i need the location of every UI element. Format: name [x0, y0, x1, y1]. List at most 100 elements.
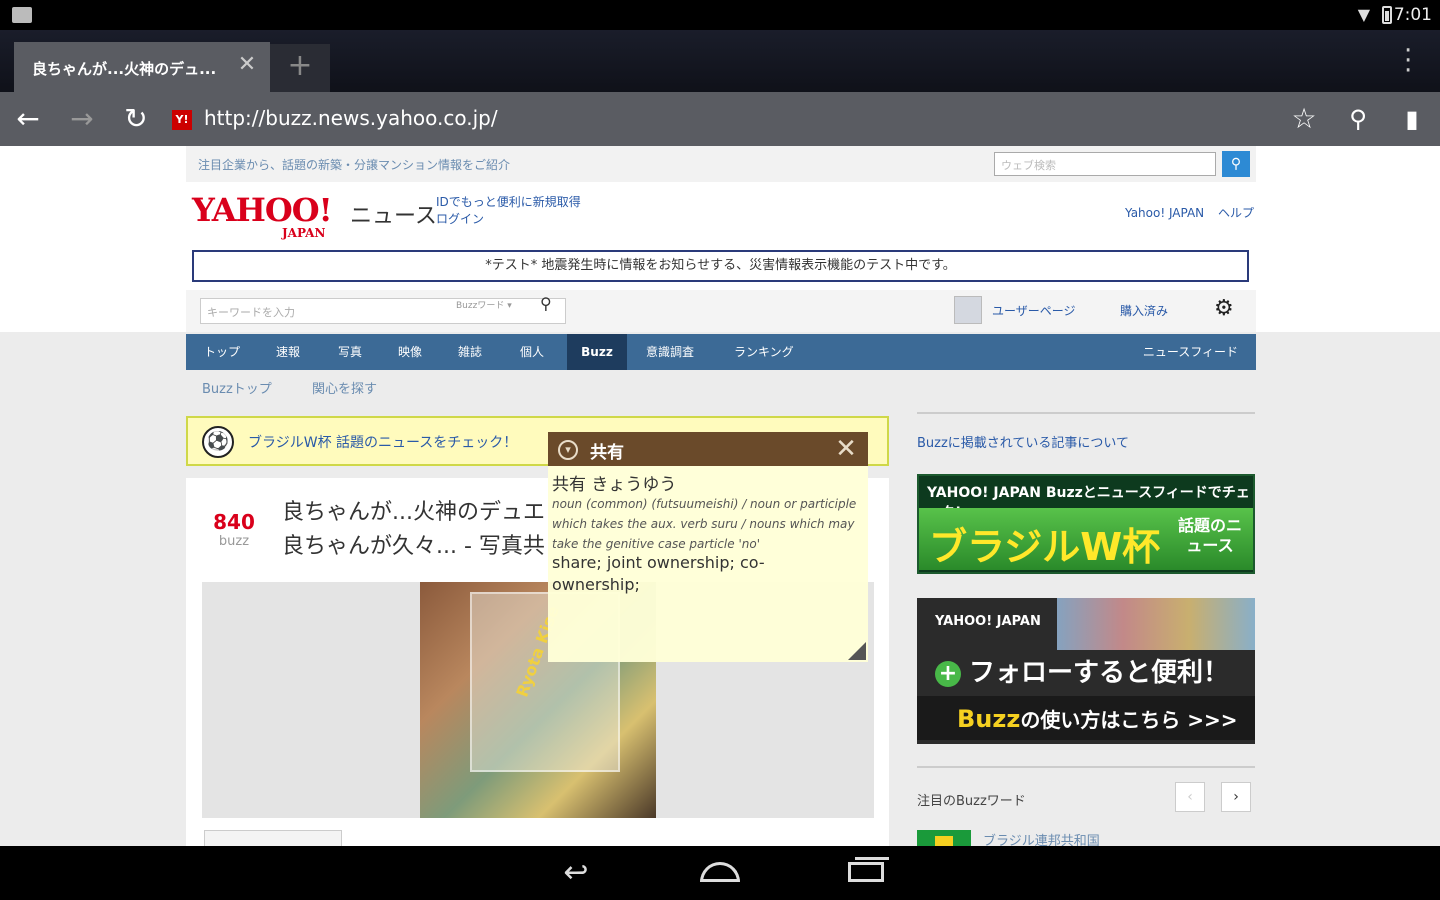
avatar[interactable]	[954, 296, 982, 324]
promo-bar: 注目企業から、話題の新築・分譲マンション情報をご紹介 ウェブ検索 ⚲	[186, 146, 1256, 182]
banner1-main: ブラジルW杯 話題のニュース	[919, 508, 1253, 570]
tab-strip: 良ちゃんが...火神のデュ... ✕ + · · ·	[0, 30, 1440, 92]
buzz-count-unit: buzz	[218, 534, 250, 549]
close-tab-icon[interactable]: ✕	[234, 52, 260, 78]
test-notice-banner: *テスト* 地震発生時に情報をお知らせする、災害情報表示機能のテスト中です。	[192, 250, 1249, 282]
nav-item-flash[interactable]: 速報	[264, 334, 312, 370]
nav-item-photo[interactable]: 写真	[326, 334, 374, 370]
nav-item-survey[interactable]: 意識調査	[634, 334, 706, 370]
id-register-link[interactable]: IDでもっと便利に新規取得	[436, 194, 581, 211]
dictionary-popup[interactable]: ▾ 共有 ✕ 共有 きょうゆう noun (common) (futsuumei…	[548, 432, 868, 662]
system-nav-bar: ↩	[0, 846, 1440, 900]
home-icon[interactable]	[700, 862, 740, 882]
recent-apps-icon[interactable]	[848, 857, 889, 882]
reload-icon[interactable]: ↻	[116, 100, 156, 140]
subnav-find-interests[interactable]: 関心を探す	[312, 378, 377, 397]
nav-item-top[interactable]: トップ	[192, 334, 252, 370]
prev-page-button[interactable]: ‹	[1175, 782, 1205, 812]
status-bar: ▼ 7:01	[0, 0, 1440, 30]
star-icon[interactable]: ☆	[1284, 100, 1324, 140]
nav-item-ranking[interactable]: ランキング	[722, 334, 806, 370]
back-arrow-icon[interactable]: ←	[8, 100, 48, 140]
worldcup-ad-banner[interactable]: YAHOO! JAPAN Buzzとニュースフィードでチェック! ブラジルW杯 …	[917, 474, 1255, 574]
site-favicon: Y!	[172, 110, 192, 130]
article-title-line-1: 良ちゃんが...火神のデュエ	[282, 500, 545, 525]
web-search-input[interactable]: ウェブ検索	[994, 152, 1216, 176]
new-tab-button[interactable]: +	[270, 44, 330, 92]
logo-subtext: JAPAN	[282, 226, 326, 240]
banner2-buzz-word: Buzz	[957, 705, 1021, 733]
promo-link[interactable]: 注目企業から、話題の新築・分譲マンション情報をご紹介	[198, 156, 510, 173]
buzzword-link[interactable]: ブラジル連邦共和国	[983, 830, 1100, 846]
keyword-search-row: キーワードを入力 Buzzワード ▾ ⚲ ユーザーページ 購入済み ⚙	[186, 290, 1256, 332]
web-search-button[interactable]: ⚲	[1222, 151, 1250, 177]
about-articles-link[interactable]: Buzzに掲載されている記事について	[917, 432, 1129, 451]
address-bar[interactable]: http://buzz.news.yahoo.co.jp/	[204, 106, 498, 130]
dictionary-part-of-speech: noun (common) (futsuumeishi) / noun or p…	[552, 497, 857, 551]
overflow-menu-icon[interactable]: · · ·	[1404, 38, 1412, 84]
subnav-buzz-top[interactable]: Buzzトップ	[202, 378, 272, 397]
header-links: Yahoo! JAPAN ヘルプ	[1115, 204, 1254, 221]
divider	[917, 766, 1255, 768]
dictionary-reading: 共有 きょうゆう	[552, 475, 677, 495]
nav-item-buzz[interactable]: Buzz	[567, 334, 627, 370]
dictionary-header: ▾ 共有 ✕	[548, 432, 868, 466]
sub-nav: Buzzトップ 関心を探す	[186, 372, 1256, 402]
banner2-howto-text: の使い方はこちら >>>	[1020, 708, 1238, 732]
banner2-follow: + フォローすると便利！	[935, 652, 1229, 689]
article-title[interactable]: 良ちゃんが...火神のデュエ 良ちゃんが久々... - 写真共	[282, 496, 545, 564]
gear-icon[interactable]: ⚙	[1214, 296, 1234, 321]
soccer-ball-icon: ⚽	[202, 426, 234, 458]
plus-icon: +	[935, 660, 961, 687]
nav-item-newsfeed[interactable]: ニュースフィード	[1131, 334, 1250, 370]
keyword-scope-select[interactable]: Buzzワード ▾	[456, 298, 512, 311]
user-page-link[interactable]: ユーザーページ	[992, 302, 1076, 319]
follow-ad-banner[interactable]: YAHOO! JAPAN + フォローすると便利！ Buzzの使い方はこちら >>…	[917, 598, 1255, 744]
banner1-subtitle: 話題のニュース	[1177, 516, 1242, 555]
notification-icon	[12, 7, 32, 23]
search-icon[interactable]: ⚲	[1338, 100, 1378, 140]
nav-item-individual[interactable]: 個人	[508, 334, 556, 370]
help-link[interactable]: ヘルプ	[1218, 206, 1254, 220]
login-link[interactable]: ログイン	[436, 211, 581, 228]
banner1-title: ブラジルW杯	[929, 525, 1161, 569]
login-box: IDでもっと便利に新規取得 ログイン	[436, 194, 581, 228]
article-title-line-2: 良ちゃんが久々... - 写真共	[282, 534, 545, 559]
nav-item-magazine[interactable]: 雑誌	[446, 334, 494, 370]
banner2-bottom: Buzzの使い方はこちら >>>	[917, 696, 1255, 740]
back-icon[interactable]: ↩	[548, 856, 604, 890]
yahoo-japan-link[interactable]: Yahoo! JAPAN	[1125, 206, 1204, 220]
battery-icon	[1382, 6, 1392, 24]
buzz-count: 840 buzz	[212, 510, 256, 549]
logo-text: YAHOO!	[192, 191, 333, 229]
wifi-icon: ▼	[1357, 5, 1370, 24]
search-icon[interactable]: ⚲	[540, 294, 552, 313]
brazil-flag-icon	[917, 830, 971, 846]
browser-tab[interactable]: 良ちゃんが...火神のデュ... ✕	[14, 42, 270, 92]
banner2-follow-text: フォローすると便利！	[969, 658, 1230, 688]
bookmarks-icon[interactable]: ▮	[1392, 100, 1432, 140]
clock: 7:01	[1393, 5, 1432, 25]
buzzword-title: 注目のBuzzワード	[917, 794, 1026, 809]
yahoo-logo[interactable]: YAHOO! JAPAN	[192, 191, 333, 240]
resize-handle-icon[interactable]	[848, 642, 866, 660]
article-tab[interactable]	[204, 830, 342, 846]
main-nav: トップ 速報 写真 映像 雑誌 個人 Buzz 意識調査 ランキング ニュースフ…	[186, 334, 1256, 370]
banner2-logo: YAHOO! JAPAN	[935, 614, 1041, 629]
buzz-count-number: 840	[213, 510, 255, 534]
divider	[917, 412, 1255, 414]
next-page-button[interactable]: ›	[1221, 782, 1251, 812]
banner2-howto: Buzzの使い方はこちら >>>	[957, 704, 1238, 733]
dictionary-word: 共有	[590, 443, 624, 463]
chevron-down-icon[interactable]: ▾	[558, 440, 578, 460]
tab-title: 良ちゃんが...火神のデュ...	[32, 60, 217, 78]
browser-toolbar: ← → ↻ Y! http://buzz.news.yahoo.co.jp/ ☆…	[0, 92, 1440, 146]
purchased-link[interactable]: 購入済み	[1120, 302, 1168, 319]
section-name: ニュース	[350, 204, 437, 229]
keyword-scope-label: Buzzワード	[456, 301, 505, 311]
nav-item-video[interactable]: 映像	[386, 334, 434, 370]
dictionary-definition: share; joint ownership; co-ownership;	[552, 553, 765, 594]
gadgets-image	[1057, 598, 1255, 650]
forward-arrow-icon[interactable]: →	[62, 100, 102, 140]
close-icon[interactable]: ✕	[832, 434, 860, 464]
